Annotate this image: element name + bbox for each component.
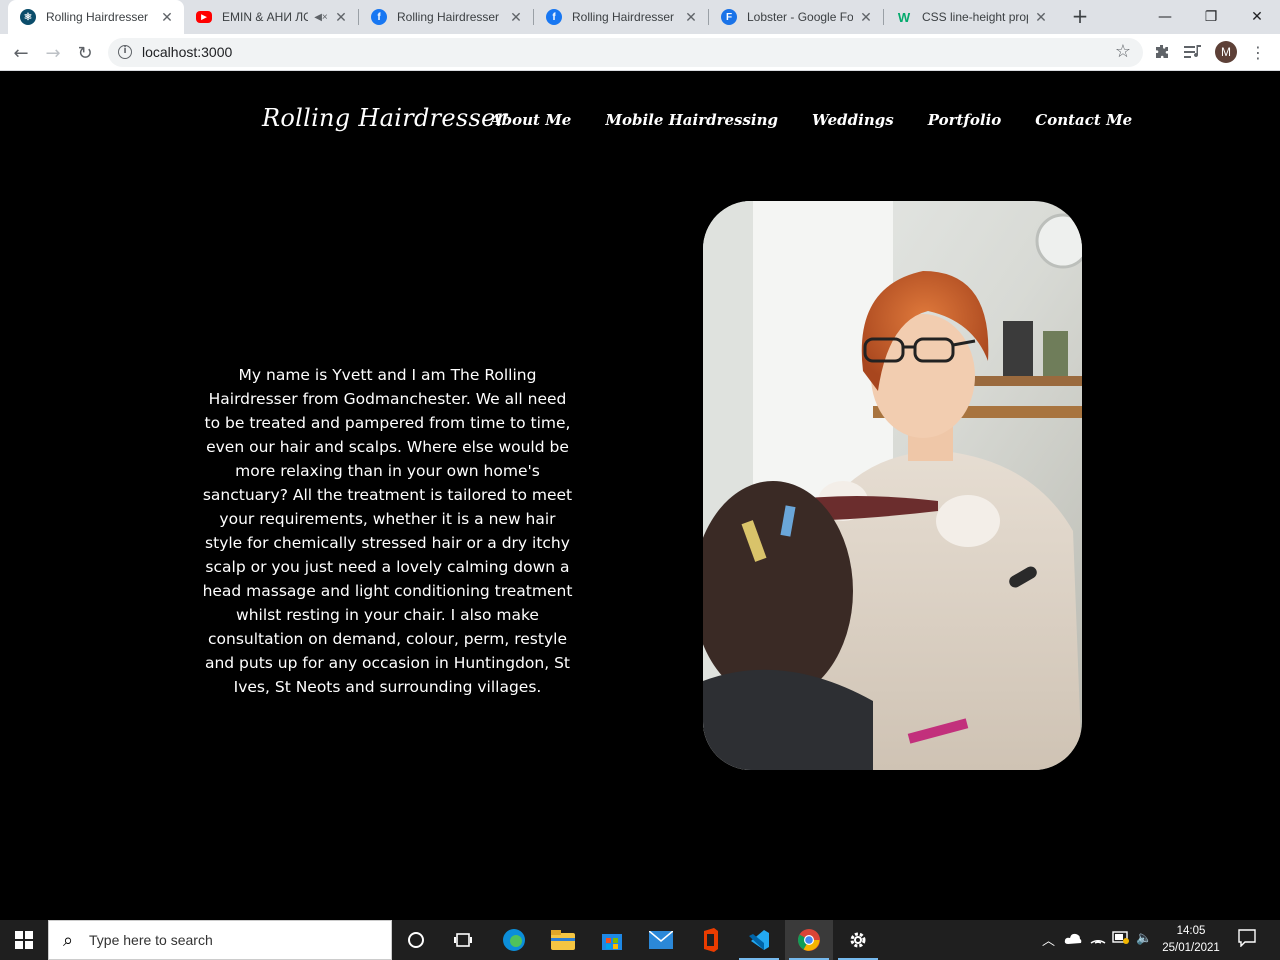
nav-mobile-hairdressing[interactable]: Mobile Hairdressing: [605, 111, 778, 129]
tab-youtube[interactable]: ▶ EMIN & АНИ ЛО ◀× ✕: [184, 0, 358, 34]
tab-facebook-2[interactable]: f Rolling Hairdresser | ✕: [534, 0, 708, 34]
tab-title: CSS line-height prop: [922, 10, 1028, 24]
address-url[interactable]: localhost:3000: [142, 44, 232, 60]
clock-date: 25/01/2021: [1162, 942, 1220, 954]
task-view-icon[interactable]: [440, 920, 488, 960]
facebook-icon: f: [546, 9, 562, 25]
network-wifi-icon[interactable]: [1090, 930, 1106, 947]
tab-title: EMIN & АНИ ЛО: [222, 10, 308, 24]
tab-facebook-1[interactable]: f Rolling Hairdresser | ✕: [359, 0, 533, 34]
tab-title: Rolling Hairdresser |: [572, 10, 678, 24]
back-icon[interactable]: ←: [8, 40, 34, 66]
new-tab-button[interactable]: +: [1068, 5, 1092, 29]
google-fonts-icon: F: [721, 9, 737, 25]
microsoft-store-icon[interactable]: [588, 920, 636, 960]
site-brand-logo[interactable]: Rolling Hairdresser: [262, 104, 507, 132]
page-content: Rolling Hairdresser About Me Mobile Hair…: [0, 71, 1280, 920]
volume-speaker-icon[interactable]: 🔈: [1136, 930, 1152, 946]
search-icon: ⌕: [63, 930, 74, 951]
tab-title: Rolling Hairdresser: [46, 10, 149, 24]
mail-icon[interactable]: [637, 920, 685, 960]
close-icon[interactable]: ✕: [684, 9, 698, 26]
tab-title: Lobster - Google For: [747, 10, 853, 24]
close-icon[interactable]: ✕: [334, 9, 348, 26]
edge-icon[interactable]: [490, 920, 538, 960]
office-icon[interactable]: [686, 920, 734, 960]
profile-avatar[interactable]: M: [1215, 41, 1237, 63]
address-bar[interactable]: i localhost:3000 ☆: [108, 38, 1143, 67]
close-icon[interactable]: ✕: [160, 9, 174, 26]
tab-rolling-hairdresser-localhost[interactable]: ⚛ Rolling Hairdresser ✕: [8, 0, 184, 34]
system-clock[interactable]: 14:05 25/01/2021: [1158, 923, 1224, 957]
facebook-icon: f: [371, 9, 387, 25]
site-info-icon[interactable]: i: [118, 45, 132, 59]
minimize-button[interactable]: —: [1142, 0, 1188, 34]
media-control-icon[interactable]: [1181, 40, 1205, 64]
onedrive-cloud-icon[interactable]: [1064, 932, 1082, 947]
show-hidden-icons-chevron-icon[interactable]: ︿: [1042, 930, 1055, 949]
hairdresser-photo: [703, 201, 1082, 770]
browser-toolbar: ← → ↻ i localhost:3000 ☆ ⋮: [0, 34, 1280, 71]
muted-speaker-icon[interactable]: ◀×: [314, 12, 328, 23]
extensions-icon[interactable]: [1150, 40, 1174, 64]
clock-time: 14:05: [1176, 925, 1206, 937]
w3schools-icon: W: [897, 9, 911, 25]
tab-title: Rolling Hairdresser |: [397, 10, 503, 24]
taskbar-search-box[interactable]: ⌕ Type here to search: [48, 920, 392, 960]
bookmark-star-icon[interactable]: ☆: [1115, 41, 1131, 62]
close-icon[interactable]: ✕: [509, 9, 523, 26]
chrome-taskbar-icon[interactable]: [785, 920, 833, 960]
action-center-notification-icon[interactable]: [1238, 929, 1256, 950]
site-nav: About Me Mobile Hairdressing Weddings Po…: [490, 111, 1166, 129]
windows-taskbar: ⌕ Type here to search ︿ 🔈 14:05 25/01/20…: [0, 920, 1280, 960]
nav-portfolio[interactable]: Portfolio: [928, 111, 1002, 129]
reload-icon[interactable]: ↻: [72, 40, 98, 66]
close-icon[interactable]: ✕: [1034, 9, 1048, 26]
close-icon[interactable]: ✕: [859, 9, 873, 26]
search-placeholder[interactable]: Type here to search: [89, 932, 213, 948]
tab-google-fonts[interactable]: F Lobster - Google For ✕: [709, 0, 883, 34]
chrome-menu-icon[interactable]: ⋮: [1246, 40, 1270, 64]
tab-w3schools[interactable]: W CSS line-height prop ✕: [884, 0, 1058, 34]
nav-about-me[interactable]: About Me: [490, 111, 571, 129]
cortana-icon[interactable]: [392, 920, 440, 960]
windows-start-icon[interactable]: [0, 920, 48, 960]
restore-button[interactable]: ❐: [1188, 0, 1234, 34]
settings-gear-icon[interactable]: [834, 920, 882, 960]
nav-weddings[interactable]: Weddings: [812, 111, 894, 129]
close-window-button[interactable]: ✕: [1234, 0, 1280, 34]
file-explorer-icon[interactable]: [539, 920, 587, 960]
react-icon: ⚛: [20, 9, 36, 25]
forward-icon[interactable]: →: [40, 40, 66, 66]
youtube-icon: ▶: [196, 11, 212, 23]
nav-contact-me[interactable]: Contact Me: [1035, 111, 1132, 129]
about-text: My name is Yvett and I am The Rolling Ha…: [202, 366, 573, 696]
browser-tab-strip: ⚛ Rolling Hairdresser ✕ ▶ EMIN & АНИ ЛО …: [0, 0, 1280, 34]
vscode-icon[interactable]: [735, 920, 783, 960]
battery-status-icon[interactable]: [1112, 930, 1130, 947]
